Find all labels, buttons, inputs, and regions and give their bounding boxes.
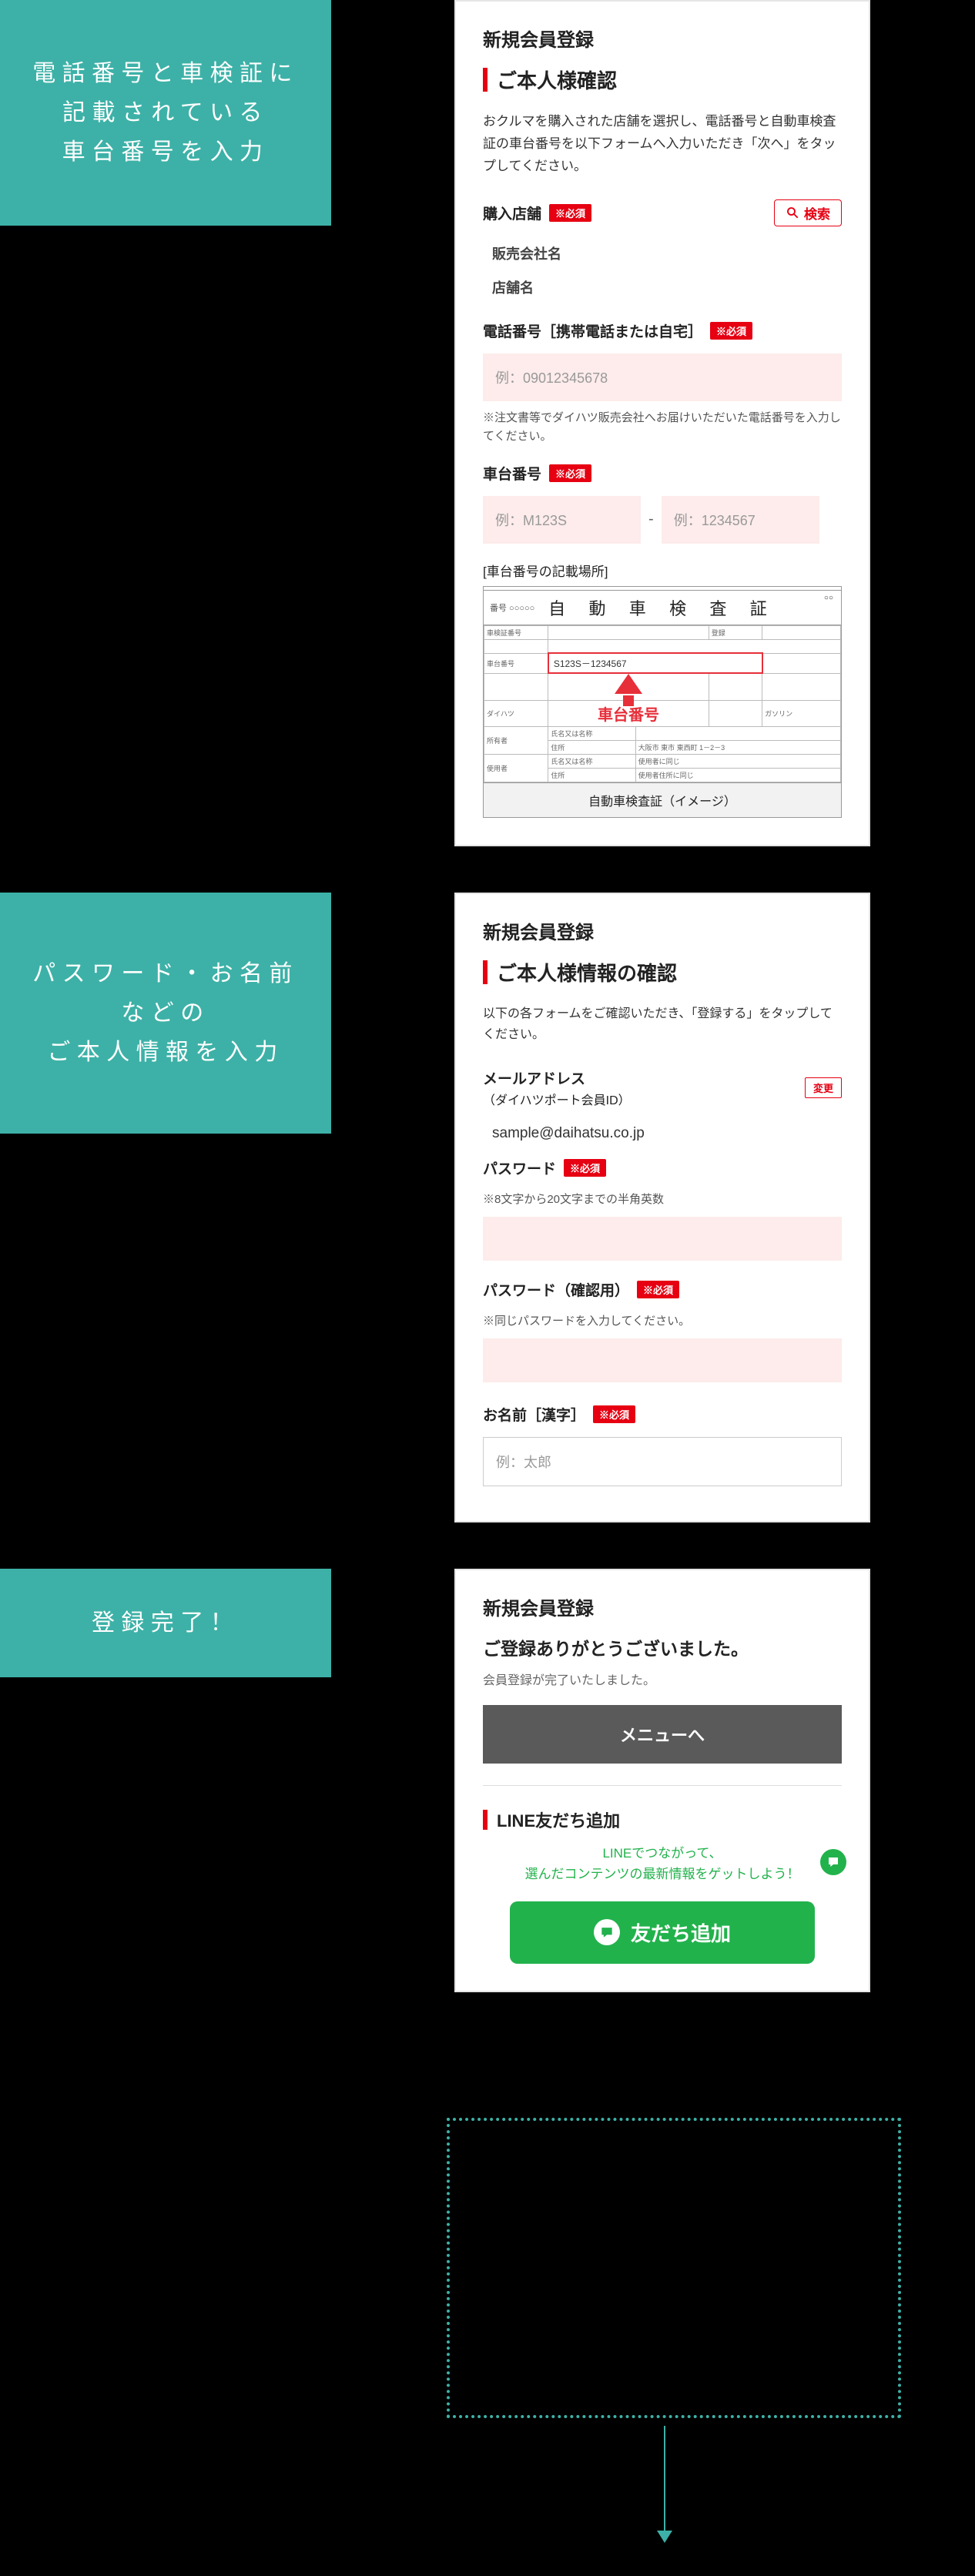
cert-num: 番号 ○○○○○ <box>490 601 534 614</box>
t: ご本人情報を入力 <box>47 1040 283 1065</box>
required-badge: ※必須 <box>637 1281 679 1298</box>
t: 選んだコンテンツの最新情報をゲットしよう！ <box>525 1867 800 1881</box>
chassis-input-1[interactable]: 例：M123S <box>483 496 641 544</box>
t: 電話番号と車検証に <box>32 61 299 86</box>
line-promo-text: LINEでつながって、 選んだコンテンツの最新情報をゲットしよう！ <box>483 1843 842 1901</box>
required-badge: ※必須 <box>549 464 591 482</box>
shop-value: 店舗名 <box>483 273 842 307</box>
t: LINEでつながって、 <box>602 1846 722 1861</box>
down-arrow-icon <box>664 2426 665 2541</box>
t: 記載されている <box>62 100 269 126</box>
separator: - <box>648 511 654 528</box>
phone-label: 電話番号［携帯電話または自宅］ <box>483 320 702 341</box>
line-heading: LINE友だち追加 <box>483 1807 842 1832</box>
phone-input[interactable]: 例：09012345678 <box>483 353 842 401</box>
required-badge: ※必須 <box>549 204 591 222</box>
chassis-label: 車台番号 <box>483 463 541 484</box>
highlight-box <box>447 2118 901 2418</box>
search-label: 検索 <box>804 203 830 223</box>
cert-table: 車検証番号登録 車台番号S123S－1234567 ダイハツ車台番号ガソリン 所… <box>484 625 841 783</box>
cert-footer: 自動車検査証（イメージ） <box>484 782 841 817</box>
line-btn-label: 友だち追加 <box>631 1918 731 1947</box>
password-input[interactable] <box>483 1217 842 1261</box>
search-icon <box>786 206 799 219</box>
menu-button[interactable]: メニューへ <box>483 1705 842 1764</box>
required-badge: ※必須 <box>564 1159 606 1177</box>
required-badge: ※必須 <box>593 1405 635 1423</box>
line-logo-icon <box>594 1919 620 1945</box>
thanks-heading: ご登録ありがとうございました。 <box>483 1634 842 1660</box>
search-button[interactable]: 検索 <box>774 199 842 226</box>
section-heading: ご本人様情報の確認 <box>483 958 842 987</box>
section-desc: 以下の各フォームをご確認いただき、「登録する」をタップしてください。 <box>483 1003 842 1045</box>
password2-label: パスワード（確認用） <box>483 1279 629 1300</box>
step1-label: 電話番号と車検証に 記載されている 車台番号を入力 <box>0 0 331 226</box>
line-icon <box>820 1849 846 1875</box>
company-value: 販売会社名 <box>483 239 842 273</box>
email-sublabel: （ダイハツポート会員ID） <box>483 1090 631 1108</box>
page-title: 新規会員登録 <box>483 25 842 52</box>
chassis-pointer-label: 車台番号 <box>598 707 659 724</box>
email-value: sample@daihatsu.co.jp <box>483 1121 842 1157</box>
phone-note: ※注文書等でダイハツ販売会社へお届けいただいた電話番号を入力してください。 <box>483 409 842 446</box>
password2-note: ※同じパスワードを入力してください。 <box>483 1312 842 1331</box>
step3-phone: 新規会員登録 ご登録ありがとうございました。 会員登録が完了いたしました。 メニ… <box>454 1569 870 1992</box>
cert-caption: [車台番号の記載場所] <box>483 561 842 580</box>
email-label: メールアドレス <box>483 1067 631 1088</box>
required-badge: ※必須 <box>710 322 752 340</box>
chassis-input-2[interactable]: 例：1234567 <box>662 496 819 544</box>
edit-button[interactable]: 変更 <box>805 1077 842 1098</box>
step2-label: パスワード・お名前 などの ご本人情報を入力 <box>0 893 331 1134</box>
step3-label: 登録完了！ <box>0 1569 331 1677</box>
t: 車台番号を入力 <box>62 139 270 165</box>
page-title: 新規会員登録 <box>483 917 842 944</box>
page-title: 新規会員登録 <box>483 1593 842 1620</box>
name-input[interactable]: 例：太郎 <box>483 1437 842 1486</box>
cert-image: 番号 ○○○○○ 自 動 車 検 査 証 ○○ 車検証番号登録 車台番号S123… <box>483 586 842 819</box>
t: などの <box>121 1000 209 1026</box>
cert-yy: ○○ <box>824 594 833 602</box>
section-desc: おクルマを購入された店舗を選択し、電話番号と自動車検査証の車台番号を以下フォーム… <box>483 111 842 178</box>
password2-input[interactable] <box>483 1338 842 1382</box>
section-heading: ご本人様確認 <box>483 65 842 94</box>
password-label: パスワード <box>483 1157 556 1178</box>
divider <box>483 1785 842 1786</box>
cert-title-text: 自 動 車 検 査 証 <box>548 599 776 618</box>
t: パスワード・お名前 <box>32 961 299 987</box>
step2-phone: 新規会員登録 ご本人様情報の確認 以下の各フォームをご確認いただき、「登録する」… <box>454 893 870 1522</box>
line-add-button[interactable]: 友だち追加 <box>510 1901 815 1964</box>
password-note: ※8文字から20文字までの半角英数 <box>483 1191 842 1209</box>
name-label: お名前［漢字］ <box>483 1404 585 1425</box>
t: 登録完了！ <box>92 1610 240 1636</box>
thanks-sub: 会員登録が完了いたしました。 <box>483 1670 842 1688</box>
store-label: 購入店舗 <box>483 203 541 223</box>
step1-phone: 新規会員登録 ご本人様確認 おクルマを購入された店舗を選択し、電話番号と自動車検… <box>454 0 870 846</box>
